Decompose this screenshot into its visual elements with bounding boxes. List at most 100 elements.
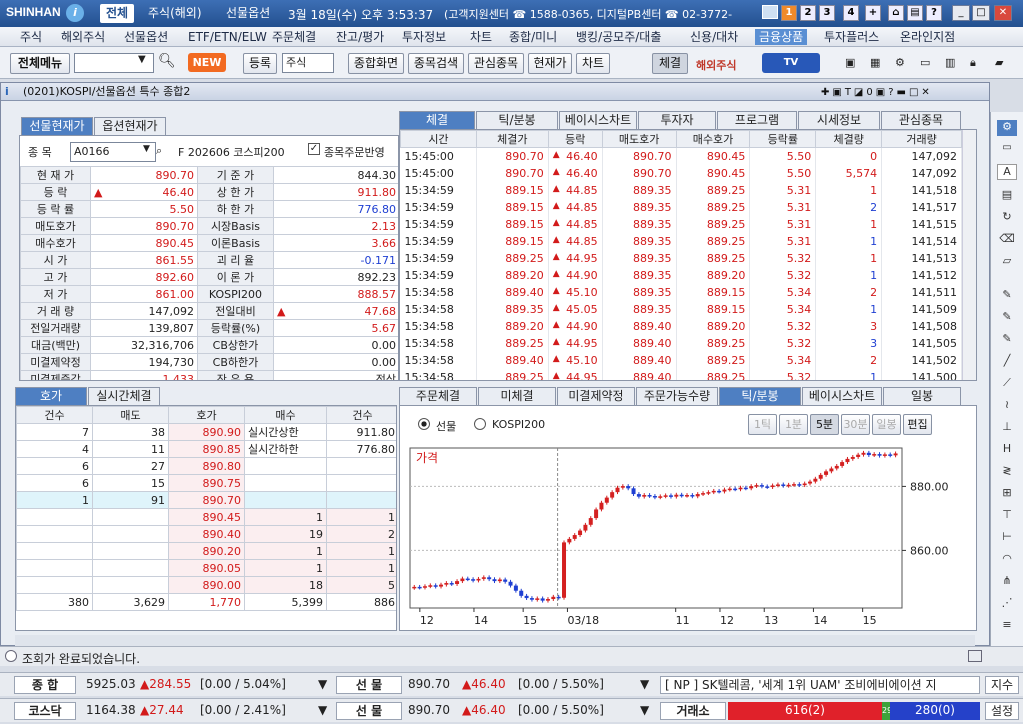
screen-3-button[interactable]: 3: [819, 5, 835, 21]
trade-tab[interactable]: 시세정보: [798, 111, 880, 129]
chart-tab[interactable]: 미결제약정: [557, 387, 635, 405]
period-button[interactable]: 편집: [903, 414, 932, 435]
fan-icon[interactable]: ⋔: [997, 574, 1017, 590]
pencil-icon[interactable]: ✎: [997, 310, 1017, 326]
bid-row[interactable]: 890.05 1 1: [16, 559, 396, 577]
table-row[interactable]: 15:34:58 889.25 ▲ 44.95 889.40 889.25 5.32 3 141…: [400, 334, 962, 352]
table-row[interactable]: 15:45:00 890.70 ▲ 46.40 890.70 890.45 5.50 0 147…: [400, 147, 962, 165]
trend-icon[interactable]: ⟋: [997, 376, 1017, 392]
chart-tab[interactable]: 일봉: [883, 387, 961, 405]
overseas-stock-link[interactable]: 해외주식: [696, 57, 736, 73]
chevron-down-icon[interactable]: ▼: [143, 144, 150, 154]
chart-tab[interactable]: 미체결: [478, 387, 556, 405]
search-icon[interactable]: ⌕: [156, 144, 162, 158]
period-button[interactable]: 30분: [841, 414, 870, 435]
all-menu-button[interactable]: 전체메뉴: [10, 53, 70, 74]
screen-icon[interactable]: ▭: [997, 142, 1017, 158]
menu-item[interactable]: 뱅킹/공모주/대출: [572, 29, 665, 45]
ask-row[interactable]: 4 11 890.85 실시간하한 776.80: [16, 440, 396, 458]
column-header[interactable]: 체결가: [475, 130, 549, 148]
menu-item[interactable]: 선물옵션: [120, 29, 172, 45]
chevron-down-icon[interactable]: ▼: [640, 702, 649, 720]
column-header[interactable]: 매도호가: [601, 130, 677, 148]
trade-tab[interactable]: 프로그램: [717, 111, 797, 129]
trade-button[interactable]: 체결: [652, 53, 688, 74]
calculator-icon[interactable]: ▦: [870, 56, 880, 69]
text-icon[interactable]: A: [997, 164, 1017, 180]
ask-row[interactable]: 6 27 890.80: [16, 457, 396, 475]
table-row[interactable]: 15:34:59 889.15 ▲ 44.85 889.35 889.25 5.31 1 141…: [400, 181, 962, 199]
ask-row[interactable]: 7 38 890.90 실시간상한 911.80: [16, 423, 396, 441]
tab-realtime-trades[interactable]: 실시간체결: [88, 387, 160, 405]
period-button[interactable]: 일봉: [872, 414, 901, 435]
chart-tab[interactable]: 틱/분봉: [719, 387, 801, 405]
expand-icon[interactable]: [968, 650, 982, 662]
window-controls[interactable]: ✚▣T◪0▣?▬□✕: [821, 84, 933, 102]
tab-futures-options[interactable]: 선물옵션: [220, 4, 276, 23]
bid-price[interactable]: 890.05: [168, 559, 245, 577]
chevron-down-icon[interactable]: ▼: [318, 676, 327, 694]
news-ticker[interactable]: [ NP ] SK텔레콤, '세계 1위 UAM' 조비에비에이션 지: [660, 676, 980, 694]
table-row[interactable]: 15:34:58 889.40 ▲ 45.10 889.35 889.15 5.34 2 141…: [400, 283, 962, 301]
price-chart[interactable]: 880.00 860.00 가격 12 14 15 03/18 11 12 13 14 15: [406, 444, 972, 628]
period-button[interactable]: 1분: [779, 414, 808, 435]
ask-price[interactable]: 890.75: [168, 474, 245, 492]
bid-row[interactable]: 890.00 18 5: [16, 576, 396, 594]
column-header[interactable]: 등락률: [749, 130, 817, 148]
menu-item[interactable]: 잔고/평가: [332, 29, 388, 45]
cross-icon[interactable]: ⊤: [997, 508, 1017, 524]
menu-item[interactable]: ETF/ETN/ELW: [184, 29, 271, 45]
search-icon[interactable]: 🔍︎: [158, 53, 176, 69]
table-row[interactable]: 15:34:59 889.15 ▲ 44.85 889.35 889.25 5.31 1 141…: [400, 215, 962, 233]
folder-icon[interactable]: ▰: [995, 56, 1003, 69]
register-button[interactable]: 등록: [243, 53, 277, 74]
undo-icon[interactable]: ↻: [997, 210, 1017, 226]
menu-item-financial-products[interactable]: 금융상품: [755, 29, 808, 45]
period-button[interactable]: 5분: [810, 414, 839, 435]
scrollbar[interactable]: [962, 130, 976, 380]
current-price-button[interactable]: 현재가: [528, 53, 572, 74]
menu-item[interactable]: 차트: [466, 29, 496, 45]
period-button[interactable]: 1틱: [748, 414, 777, 435]
table-row[interactable]: 15:34:59 889.25 ▲ 44.95 889.35 889.25 5.32 1 141…: [400, 249, 962, 267]
menu-item[interactable]: 종합/미니: [505, 29, 561, 45]
zigzag-icon[interactable]: ≷: [997, 464, 1017, 480]
column-header[interactable]: 체결량: [815, 130, 883, 148]
help-icon[interactable]: ?: [926, 5, 942, 21]
chart-button[interactable]: 차트: [576, 53, 610, 74]
gear-icon[interactable]: ⚙: [895, 56, 905, 69]
menu-item[interactable]: 투자정보: [398, 29, 450, 45]
watchlist-button[interactable]: 관심종목: [468, 53, 524, 74]
tab-option-price[interactable]: 옵션현재가: [94, 117, 166, 135]
radio-kospi200[interactable]: [474, 418, 486, 430]
bid-row[interactable]: 890.40 19 2: [16, 525, 396, 543]
ask-price[interactable]: 890.70: [168, 491, 245, 509]
table-row[interactable]: 15:34:59 889.15 ▲ 44.85 889.35 889.25 5.31 1 141…: [400, 232, 962, 250]
window-icon[interactable]: ▭: [920, 56, 930, 69]
menu-item[interactable]: 온라인지점: [896, 29, 959, 45]
trade-tab[interactable]: 투자자: [638, 111, 716, 129]
bid-price[interactable]: 890.45: [168, 508, 245, 526]
retrace-icon[interactable]: ≡: [997, 618, 1017, 634]
trade-tab[interactable]: 베이시스차트: [559, 111, 637, 129]
table-row[interactable]: 15:34:59 889.15 ▲ 44.85 889.35 889.25 5.31 2 141…: [400, 198, 962, 216]
screen-4-button[interactable]: 4: [843, 5, 859, 21]
horizontal-line-icon[interactable]: H: [997, 442, 1017, 458]
trade-tab[interactable]: 관심종목: [881, 111, 961, 129]
chart-tab[interactable]: 주문체결: [399, 387, 477, 405]
stock-search-button[interactable]: 종목검색: [408, 53, 464, 74]
menu-item[interactable]: 주문체결: [268, 29, 320, 45]
menu-item[interactable]: 해외주식: [57, 29, 109, 45]
bid-price[interactable]: 890.20: [168, 542, 245, 560]
column-header[interactable]: 거래량: [881, 130, 962, 148]
table-row[interactable]: 15:45:00 890.70 ▲ 46.40 890.70 890.45 5.50 5,57…: [400, 164, 962, 182]
monitor-icon[interactable]: [762, 5, 778, 19]
column-header[interactable]: 등락: [547, 130, 603, 148]
chevron-down-icon[interactable]: ▼: [318, 702, 327, 720]
layout-icon[interactable]: ▥: [945, 56, 955, 69]
bid-row[interactable]: 890.45 1 1: [16, 508, 396, 526]
chart-tab[interactable]: 주문가능수량: [636, 387, 718, 405]
tab-overseas-stock[interactable]: 주식(해외): [142, 4, 208, 23]
table-row[interactable]: 15:34:59 889.20 ▲ 44.90 889.35 889.20 5.32 1 141…: [400, 266, 962, 284]
gear-icon[interactable]: ⚙: [997, 120, 1017, 136]
